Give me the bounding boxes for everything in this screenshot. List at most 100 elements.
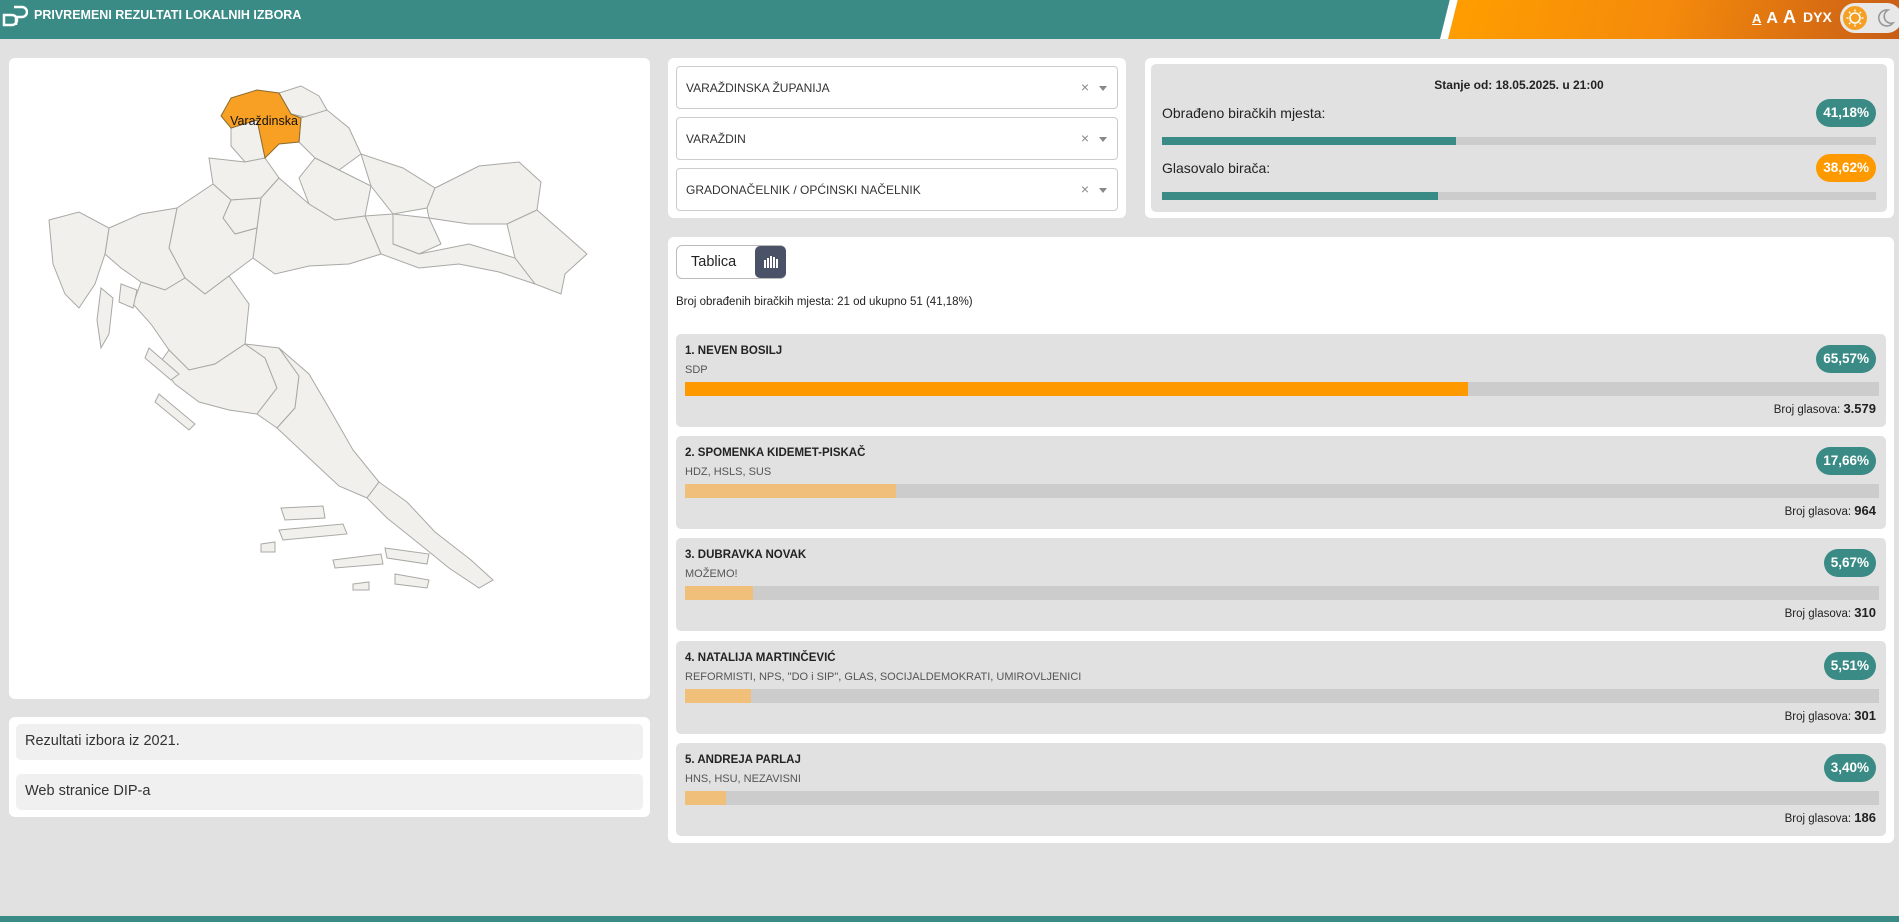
- map-island-brac: [280, 505, 326, 521]
- votes-label: Broj glasova:: [1784, 608, 1852, 620]
- font-size-medium-button[interactable]: A: [1766, 10, 1778, 28]
- turnout-bar: [1162, 192, 1876, 200]
- map-island-mljet: [394, 573, 430, 589]
- candidate-percent-badge: 17,66%: [1816, 447, 1876, 475]
- map-highlight-label: Varaždinska: [230, 114, 298, 128]
- votes-label: Broj glasova:: [1773, 404, 1841, 416]
- candidate-votes: Broj glasova: 964: [1785, 503, 1876, 518]
- map-county-vukovarsko-srijemska: [506, 209, 588, 295]
- candidate-party: HDZ, HSLS, SUS: [685, 466, 772, 478]
- county-select[interactable]: VARAŽDINSKA ŽUPANIJA ×: [676, 66, 1118, 109]
- font-size-large-button[interactable]: A: [1783, 7, 1796, 28]
- map-island-vis: [260, 541, 276, 553]
- candidate-percent-badge: 3,40%: [1823, 754, 1876, 782]
- votes-label: Broj glasova:: [1784, 711, 1852, 723]
- candidate-percent-badge: 5,51%: [1823, 652, 1876, 680]
- results-2021-link[interactable]: Rezultati izbora iz 2021.: [16, 724, 643, 760]
- tab-table[interactable]: Tablica: [677, 246, 755, 278]
- map-county-koprivnicko-krizevacka: [298, 109, 362, 171]
- dip-logo-icon[interactable]: [2, 5, 28, 27]
- processed-summary: Broj obrađenih biračkih mjesta: 21 od uk…: [676, 296, 973, 308]
- theme-toggle[interactable]: [1840, 3, 1899, 33]
- filter-panel: VARAŽDINSKA ŽUPANIJA × VARAŽDIN × GRADON…: [668, 58, 1126, 218]
- votes-label: Broj glasova:: [1784, 506, 1852, 518]
- candidate-party: REFORMISTI, NPS, "DO i SIP", GLAS, SOCIJ…: [685, 671, 1082, 683]
- map-county-viroviticko-podravska: [360, 153, 436, 215]
- candidate-votes: Broj glasova: 310: [1785, 605, 1876, 620]
- map-island-cres: [96, 287, 114, 350]
- candidate-bar-fill: [685, 382, 1468, 396]
- turnout-bar-fill: [1162, 192, 1438, 200]
- candidate-bar-fill: [685, 791, 726, 805]
- processed-bar: [1162, 137, 1876, 145]
- candidate-bar: [685, 382, 1879, 396]
- bar-chart-icon: [763, 256, 778, 268]
- chevron-down-icon[interactable]: [1099, 86, 1107, 91]
- stats-panel: Stanje od: 18.05.2025. u 21:00 Obrađeno …: [1145, 58, 1894, 218]
- candidate-row: 1. NEVEN BOSILJ SDP 65,57% Broj glasova:…: [676, 334, 1886, 427]
- candidate-party: SDP: [685, 364, 708, 376]
- stats-box: Stanje od: 18.05.2025. u 21:00 Obrađeno …: [1151, 64, 1887, 212]
- turnout-badge: 38,62%: [1816, 154, 1876, 182]
- candidate-percent-badge: 5,67%: [1823, 549, 1876, 577]
- moon-icon: [1878, 9, 1896, 27]
- votes-label: Broj glasova:: [1784, 813, 1852, 825]
- croatia-map[interactable]: Varaždinska: [9, 58, 650, 699]
- votes-count: 3.579: [1843, 401, 1876, 416]
- tab-chart[interactable]: [755, 246, 786, 278]
- results-panel: Tablica Broj obrađenih biračkih mjesta: …: [668, 237, 1894, 843]
- candidate-name: 5. ANDREJA PARLAJ: [685, 754, 801, 766]
- chevron-down-icon[interactable]: [1099, 188, 1107, 193]
- map-island-korcula: [332, 553, 384, 569]
- candidate-row: 4. NATALIJA MARTINČEVIĆ REFORMISTI, NPS,…: [676, 641, 1886, 734]
- font-size-controls: A A A: [1752, 7, 1796, 28]
- dyslexia-font-button[interactable]: DYX: [1803, 9, 1832, 25]
- candidate-party: MOŽEMO!: [685, 568, 738, 580]
- links-panel: Rezultati izbora iz 2021. Web stranice D…: [9, 717, 650, 817]
- municipality-select[interactable]: VARAŽDIN ×: [676, 117, 1118, 160]
- clear-icon[interactable]: ×: [1081, 181, 1089, 197]
- map-county-dubrovacko-neretvanska: [366, 481, 494, 589]
- candidate-bar: [685, 791, 1879, 805]
- clear-icon[interactable]: ×: [1081, 130, 1089, 146]
- municipality-select-value: VARAŽDIN: [686, 132, 746, 146]
- clear-icon[interactable]: ×: [1081, 79, 1089, 95]
- candidate-name: 1. NEVEN BOSILJ: [685, 345, 783, 357]
- votes-count: 310: [1854, 605, 1876, 620]
- candidate-votes: Broj glasova: 3.579: [1774, 401, 1876, 416]
- footer-bar: [0, 916, 1899, 922]
- map-panel: Varaždinska: [9, 58, 650, 699]
- dip-website-link[interactable]: Web stranice DIP-a: [16, 774, 643, 810]
- candidate-bar-fill: [685, 689, 751, 703]
- chevron-down-icon[interactable]: [1099, 137, 1107, 142]
- map-island-pelj: [384, 547, 430, 565]
- candidate-bar: [685, 586, 1879, 600]
- top-header: PRIVREMENI REZULTATI LOKALNIH IZBORA A A…: [0, 0, 1899, 39]
- candidate-bar: [685, 689, 1879, 703]
- sun-icon: [1843, 6, 1867, 30]
- candidate-name: 3. DUBRAVKA NOVAK: [685, 549, 807, 561]
- candidate-row: 2. SPOMENKA KIDEMET-PISKAČ HDZ, HSLS, SU…: [676, 436, 1886, 529]
- candidate-bar: [685, 484, 1879, 498]
- turnout-label: Glasovalo birača:: [1162, 160, 1271, 176]
- candidate-votes: Broj glasova: 301: [1785, 708, 1876, 723]
- candidate-row: 5. ANDREJA PARLAJ HNS, HSU, NEZAVISNI 3,…: [676, 743, 1886, 836]
- page-title: PRIVREMENI REZULTATI LOKALNIH IZBORA: [34, 8, 302, 22]
- candidate-party: HNS, HSU, NEZAVISNI: [685, 773, 801, 785]
- map-county-osjecko-baranjska: [426, 161, 542, 225]
- map-island-lastovo: [352, 581, 370, 591]
- map-island-krk: [118, 283, 138, 309]
- county-select-value: VARAŽDINSKA ŽUPANIJA: [686, 81, 830, 95]
- map-island-dugi-otok: [154, 393, 196, 431]
- election-type-select[interactable]: GRADONAČELNIK / OPĆINSKI NAČELNIK ×: [676, 168, 1118, 211]
- font-size-small-button[interactable]: A: [1752, 11, 1761, 26]
- candidate-name: 2. SPOMENKA KIDEMET-PISKAČ: [685, 447, 866, 459]
- votes-count: 301: [1854, 708, 1876, 723]
- candidate-percent-badge: 65,57%: [1816, 345, 1876, 373]
- candidate-bar-fill: [685, 586, 753, 600]
- processed-bar-fill: [1162, 137, 1457, 145]
- view-toggle: Tablica: [676, 245, 786, 279]
- candidate-bar-fill: [685, 484, 896, 498]
- status-timestamp: Stanje od: 18.05.2025. u 21:00: [1434, 78, 1604, 92]
- processed-label: Obrađeno biračkih mjesta:: [1162, 105, 1326, 121]
